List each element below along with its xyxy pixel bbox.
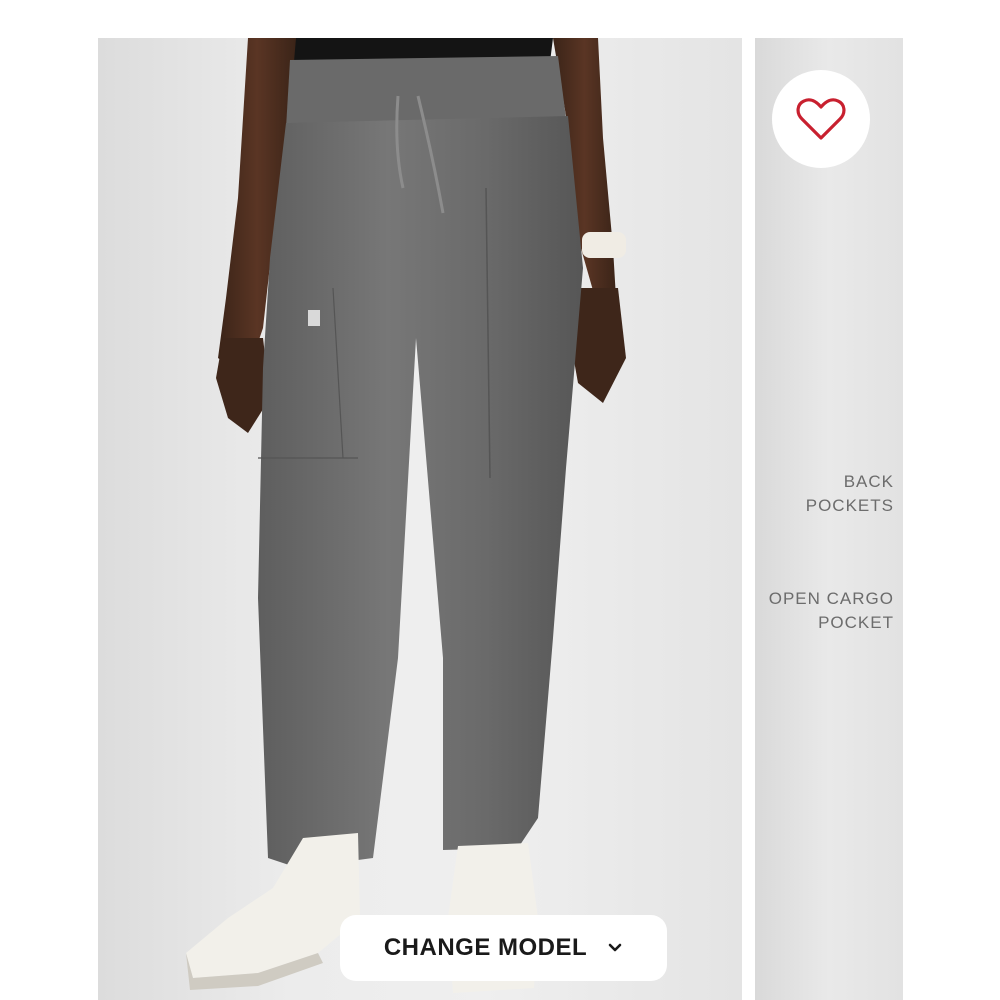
back-pockets-label[interactable]: BACK POCKETS xyxy=(806,470,894,518)
heart-outline-icon xyxy=(796,98,846,140)
image-divider xyxy=(742,38,755,1000)
product-secondary-image[interactable] xyxy=(755,38,903,1000)
right-margin xyxy=(903,0,1000,1000)
back-pockets-line-1: BACK xyxy=(843,472,894,491)
open-cargo-pocket-label[interactable]: OPEN CARGO POCKET xyxy=(769,587,894,635)
product-main-image[interactable] xyxy=(98,38,742,1000)
change-model-button[interactable]: CHANGE MODEL xyxy=(340,915,667,981)
change-model-label: CHANGE MODEL xyxy=(383,934,588,961)
chevron-down-icon xyxy=(608,943,622,952)
left-margin xyxy=(0,0,98,1000)
top-header-strip xyxy=(98,0,903,38)
back-pockets-line-2: POCKETS xyxy=(805,496,894,515)
cargo-pocket-line-1: OPEN CARGO xyxy=(768,589,894,608)
cargo-pocket-line-2: POCKET xyxy=(818,613,894,632)
favorite-button[interactable] xyxy=(772,70,870,168)
model-wearing-pants-illustration xyxy=(186,38,626,993)
